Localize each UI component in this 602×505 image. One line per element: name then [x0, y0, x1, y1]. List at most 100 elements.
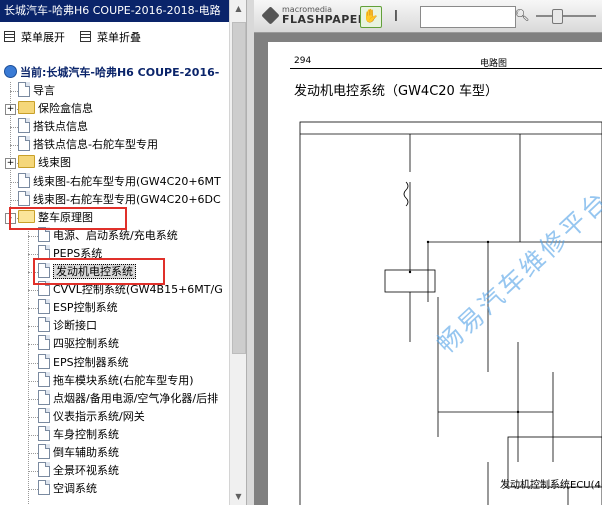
tree-item-label: 导言 [33, 84, 55, 97]
expand-plus-icon[interactable]: + [5, 158, 16, 170]
hand-icon: ✋ [362, 9, 380, 24]
flashpaper-logo-icon [261, 6, 280, 25]
tree-item[interactable]: 倒车辅助系统 [38, 444, 119, 462]
document-icon [38, 425, 50, 441]
tree-item[interactable]: 点烟器/备用电源/空气净化器/后排 [38, 389, 218, 408]
document-icon [38, 317, 50, 333]
document-icon [18, 118, 30, 134]
tree-item[interactable]: 保险盒信息 [18, 100, 93, 118]
scrollbar-thumb[interactable] [232, 22, 246, 354]
tree-item[interactable]: 四驱控制系统 [38, 335, 119, 353]
tree-item[interactable]: 线束图 [18, 154, 71, 172]
tree-guide-line [28, 253, 38, 255]
search-button[interactable]: 🔍︎ [514, 6, 530, 24]
tree-item-label: 全景环视系统 [53, 464, 119, 478]
tree-guide-line [28, 235, 38, 237]
document-icon [38, 335, 50, 351]
text-cursor-icon: I [393, 7, 399, 25]
scroll-up-arrow-icon[interactable]: ▲ [230, 0, 247, 17]
tree-item-label: 车身控制系统 [53, 427, 119, 441]
tree-item-label: 电源、启动系统/充电系统 [53, 228, 178, 242]
tree-guide-line [10, 145, 18, 147]
tree-item[interactable]: 全景环视系统 [38, 462, 119, 480]
tree-item[interactable]: 诊断接口 [38, 317, 97, 335]
document-icon [38, 407, 50, 423]
zoom-slider-track[interactable] [536, 15, 596, 17]
document-viewer: macromedia FLASHPAPER ✋ I 🔍︎ 294 电路图 发动机… [254, 0, 602, 505]
tree-toolbar: 菜单展开 菜单折叠 [0, 28, 229, 48]
hand-tool-button[interactable]: ✋ [360, 6, 382, 28]
tree-scrollbar[interactable]: ▲ ▼ [229, 0, 247, 505]
tree-item[interactable]: 导言 [18, 82, 55, 100]
highlight-box-selected [33, 258, 165, 285]
globe-icon [4, 65, 17, 78]
tree-item-label: CVVL控制系统(GW4B15+6MT/G [53, 283, 223, 297]
tree-item[interactable]: EPS控制器系统 [38, 353, 129, 372]
tree-guide-line [28, 380, 38, 382]
ecu-label: 发动机控制系统ECU(4C2 [500, 480, 602, 491]
zoom-slider-handle[interactable] [552, 9, 563, 24]
document-icon [38, 371, 50, 387]
tree-item-label: 诊断接口 [53, 319, 97, 333]
tree-item-label: 线束图-右舵车型专用(GW4C20+6DC [33, 192, 221, 206]
tree-guide-line [28, 416, 38, 418]
tree-guide-line [10, 181, 18, 183]
tree-item[interactable]: 搭铁点信息 [18, 118, 88, 136]
tree-guide-line [10, 127, 18, 129]
search-input[interactable] [420, 6, 516, 28]
tree-item[interactable]: 车身控制系统 [38, 425, 119, 444]
tree-root[interactable]: 当前:长城汽车-哈弗H6 COUPE-2016- [4, 64, 219, 82]
tree-item[interactable]: 线束图-右舵车型专用(GW4C20+6DC [18, 190, 221, 209]
tree-guide-line [28, 326, 38, 328]
highlight-box-folder [9, 207, 127, 230]
tree-item[interactable]: 仪表指示系统/网关 [38, 407, 145, 426]
tree-pane: 长城汽车-哈弗H6 COUPE-2016-2018-电路 菜单展开 菜单折叠 当… [0, 0, 247, 505]
tree-item-label: 拖车模块系统(右舵车型专用) [53, 373, 194, 387]
expand-plus-icon[interactable]: + [5, 104, 16, 116]
expand-menu-button[interactable]: 菜单展开 [4, 28, 65, 48]
tree-item-label: ESP控制系统 [53, 301, 118, 315]
tree-item[interactable]: 线束图-右舵车型专用(GW4C20+6MT [18, 172, 221, 191]
tree-guide-line [28, 362, 38, 364]
tree-guide-line [28, 489, 38, 491]
document-icon [38, 353, 50, 369]
wiring-diagram [299, 121, 602, 505]
viewer-toolbar: macromedia FLASHPAPER ✋ I 🔍︎ [254, 0, 602, 33]
document-icon [18, 82, 30, 97]
tree-item-label: 四驱控制系统 [53, 337, 119, 351]
collapse-menu-button[interactable]: 菜单折叠 [80, 28, 141, 48]
collapse-menu-label: 菜单折叠 [97, 31, 141, 44]
menu-icon [4, 31, 15, 42]
tree-guide-line [10, 91, 18, 92]
text-select-tool-button[interactable]: I [388, 6, 404, 26]
tree-item[interactable]: 拖车模块系统(右舵车型专用) [38, 371, 194, 390]
tree-item-label: 空调系统 [53, 482, 97, 496]
scroll-down-arrow-icon[interactable]: ▼ [230, 488, 247, 505]
tree-item-label: 搭铁点信息 [33, 120, 88, 134]
tree-guide-line [28, 453, 38, 454]
document-icon [38, 462, 50, 478]
tree-guide-line [28, 344, 38, 346]
tree-guide-line [28, 290, 38, 292]
tree-item-label: 线束图 [38, 156, 71, 170]
flashpaper-logo: macromedia FLASHPAPER [261, 5, 366, 27]
tree-item-label: 倒车辅助系统 [53, 446, 119, 459]
tree-guide-line [28, 228, 29, 505]
document-icon [18, 190, 30, 206]
tree-item-label: 保险盒信息 [38, 102, 93, 116]
tree-item-label: 仪表指示系统/网关 [53, 409, 145, 423]
tree-root-label: 当前:长城汽车-哈弗H6 COUPE-2016- [20, 66, 220, 79]
document-icon [38, 389, 50, 405]
tree-item-label: EPS控制器系统 [53, 355, 129, 369]
tree-guide-line [10, 199, 18, 201]
tree-item[interactable]: 空调系统 [38, 480, 97, 498]
window-title: 长城汽车-哈弗H6 COUPE-2016-2018-电路 [0, 0, 233, 22]
document-icon [18, 136, 30, 152]
document-icon [38, 480, 50, 496]
document-icon [38, 299, 50, 315]
tree-item-label: 搭铁点信息-右舵车型专用 [33, 138, 158, 152]
menu-icon [80, 31, 91, 42]
tree-item[interactable]: ESP控制系统 [38, 299, 118, 317]
tree-guide-line [28, 308, 38, 310]
tree-item[interactable]: 搭铁点信息-右舵车型专用 [18, 136, 158, 154]
